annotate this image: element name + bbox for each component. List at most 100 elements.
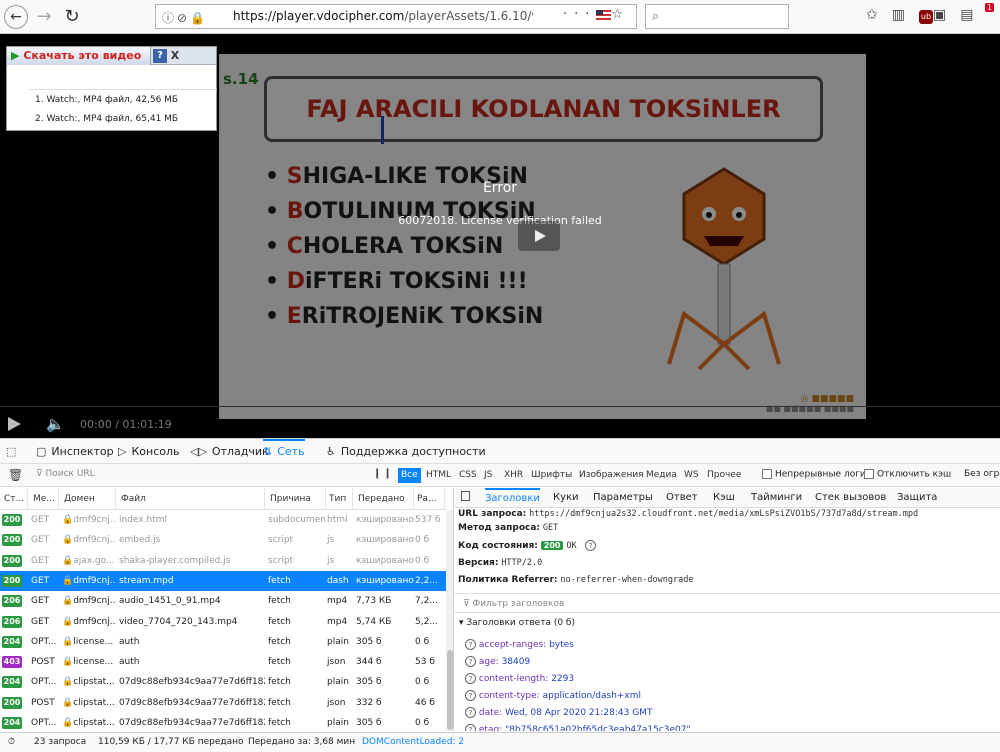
status-code-badge: 200 bbox=[2, 534, 22, 547]
download-option[interactable]: 1. Watch:, MP4 файл, 42,56 МБ bbox=[35, 95, 178, 105]
toggle-panel-icon[interactable] bbox=[461, 491, 470, 501]
filter-headers-input[interactable]: ⊽ Фильтр заголовков bbox=[455, 593, 1000, 613]
extension-icon-2[interactable]: ▤ bbox=[960, 7, 987, 23]
player-controls: 🔈 00:00 / 01:01:19 bbox=[0, 406, 1000, 438]
play-icon[interactable] bbox=[8, 417, 21, 431]
cell-domain: 🔒ajax.go... bbox=[62, 555, 115, 566]
tab-debugger[interactable]: ◁▷ Отладчик bbox=[190, 439, 269, 464]
table-row[interactable]: 204 OPT... 🔒license... auth fetch plain 305 б 0… bbox=[0, 632, 446, 652]
bookmarks-star-icon[interactable]: ✩ bbox=[866, 7, 892, 23]
tab-accessibility[interactable]: ♿ Поддержка доступности bbox=[326, 439, 486, 464]
response-header-row[interactable]: ? etag: "8b758c651a02bf65dc3eab47a15c3e0… bbox=[465, 724, 691, 731]
tab-cookies[interactable]: Куки bbox=[553, 488, 579, 508]
tab-stack-trace[interactable]: Стек вызовов bbox=[815, 488, 886, 508]
filter-all[interactable]: Все bbox=[398, 468, 421, 483]
reload-button[interactable]: ↻ bbox=[60, 5, 84, 29]
forward-button[interactable]: → bbox=[32, 5, 56, 29]
filter-fonts[interactable]: Шрифты bbox=[528, 468, 575, 483]
table-row[interactable]: 200 GET 🔒dmf9cnj... index.html subdocument ht… bbox=[0, 510, 446, 530]
filter-url-input[interactable]: ⊽ Поиск URL bbox=[36, 469, 95, 479]
address-bar[interactable]: ⓘ⊘🔒 https://player.vdocipher.com/playerA… bbox=[155, 4, 637, 29]
scrollbar[interactable] bbox=[446, 510, 453, 731]
persist-logs-checkbox[interactable]: Непрерывные логи bbox=[762, 469, 866, 480]
big-play-button[interactable] bbox=[518, 221, 560, 251]
filter-ws[interactable]: WS bbox=[681, 468, 702, 483]
cell-transferred: кэшировано bbox=[356, 575, 414, 586]
filter-html[interactable]: HTML bbox=[423, 468, 454, 483]
tab-response[interactable]: Ответ bbox=[666, 488, 698, 508]
filter-media[interactable]: Медиа bbox=[643, 468, 680, 483]
table-row[interactable]: 206 GET 🔒dmf9cnj... audio_1451_0_91.mp4 fetc… bbox=[0, 591, 446, 611]
response-header-row[interactable]: ? accept-ranges: bytes bbox=[465, 639, 574, 650]
help-icon[interactable]: ? bbox=[585, 540, 597, 551]
tab-params[interactable]: Параметры bbox=[593, 488, 653, 508]
column-cause[interactable]: Причина bbox=[268, 488, 326, 509]
pick-element-button[interactable]: ⬚ bbox=[6, 439, 21, 464]
page-actions[interactable]: ··· ☆ bbox=[563, 7, 630, 22]
table-row[interactable]: 204 OPT... 🔒clipstat... 07d9c88efb934c9aa77… bbox=[0, 713, 446, 731]
tab-headers[interactable]: Заголовки bbox=[485, 488, 540, 508]
header-value: 2293 bbox=[551, 674, 575, 684]
table-row[interactable]: 206 GET 🔒dmf9cnj... video_7704_720_143.mp4 f… bbox=[0, 612, 446, 632]
column-transferred[interactable]: Передано bbox=[356, 488, 414, 509]
ublock-icon[interactable]: ub bbox=[918, 10, 933, 24]
help-icon[interactable]: ? bbox=[465, 639, 476, 650]
response-header-row[interactable]: ? content-length: 2293 bbox=[465, 673, 574, 684]
close-button[interactable]: X bbox=[169, 49, 181, 63]
back-button[interactable]: ← bbox=[4, 5, 28, 29]
help-icon[interactable]: ? bbox=[465, 724, 476, 731]
accessibility-icon: ♿ bbox=[326, 445, 336, 458]
filter-js[interactable]: JS bbox=[481, 468, 495, 483]
filter-css[interactable]: CSS bbox=[456, 468, 480, 483]
help-icon[interactable]: ? bbox=[465, 673, 476, 684]
column-domain[interactable]: Домен bbox=[62, 488, 116, 509]
pause-icon[interactable]: ❙❙ bbox=[373, 468, 394, 479]
tab-network[interactable]: ⇅ Сеть bbox=[263, 439, 305, 464]
cell-cause: fetch bbox=[268, 718, 291, 728]
help-icon[interactable]: ? bbox=[465, 656, 476, 667]
progress-bar[interactable] bbox=[0, 406, 1000, 407]
extension-icon[interactable]: ▣ bbox=[933, 7, 960, 23]
filter-images[interactable]: Изображения bbox=[576, 468, 647, 483]
table-row[interactable]: 200 GET 🔒dmf9cnj... stream.mpd fetch dash кэши… bbox=[0, 570, 446, 592]
table-row[interactable]: 200 POST 🔒clipstat... 07d9c88efb934c9aa77e7… bbox=[0, 693, 446, 713]
volume-icon[interactable]: 🔈 bbox=[46, 415, 65, 433]
tab-security[interactable]: Защита bbox=[897, 488, 937, 508]
help-icon[interactable]: ? bbox=[465, 707, 476, 718]
column-status[interactable]: Ст... bbox=[2, 488, 28, 509]
cell-file: 07d9c88efb934c9aa77e7d6ff182... bbox=[119, 697, 265, 708]
download-video-button[interactable]: ▶ Скачать это видео bbox=[7, 47, 151, 65]
column-method[interactable]: Ме... bbox=[31, 488, 59, 509]
filter-other[interactable]: Прочее bbox=[704, 468, 744, 483]
help-button[interactable]: ? bbox=[153, 49, 167, 63]
response-headers-section[interactable]: ▾ Заголовки ответа (0 б) bbox=[459, 618, 575, 628]
disable-cache-checkbox[interactable]: Отключить кэш bbox=[864, 469, 951, 480]
column-type[interactable]: Тип bbox=[327, 488, 353, 509]
tab-console[interactable]: ▷ Консоль bbox=[118, 439, 180, 464]
site-info-icon[interactable]: ⓘ⊘🔒 bbox=[162, 9, 208, 26]
table-row[interactable]: 403 POST 🔒license... auth fetch json 344 б 53 б bbox=[0, 652, 446, 672]
response-header-row[interactable]: ? content-type: application/dash+xml bbox=[465, 690, 641, 701]
tab-timings[interactable]: Тайминги bbox=[751, 488, 802, 508]
scrollbar-thumb[interactable] bbox=[447, 650, 453, 730]
tab-cache[interactable]: Кэш bbox=[713, 488, 735, 508]
clear-log-icon[interactable]: 🗑 bbox=[8, 468, 23, 482]
response-header-row[interactable]: ? date: Wed, 08 Apr 2020 21:28:43 GMT bbox=[465, 707, 652, 718]
table-row[interactable]: 204 OPT... 🔒clipstat... 07d9c88efb934c9aa77… bbox=[0, 672, 446, 692]
url-text[interactable]: https://player.vdocipher.com/playerAsset… bbox=[233, 9, 533, 23]
column-size[interactable]: Ра... bbox=[415, 488, 445, 509]
help-icon[interactable]: ? bbox=[465, 690, 476, 701]
download-option[interactable]: 2. Watch:, MP4 файл, 65,41 МБ bbox=[35, 114, 178, 124]
tab-inspector[interactable]: ▢ Инспектор bbox=[36, 439, 114, 464]
sidebar-icon[interactable]: ▥ bbox=[892, 7, 919, 23]
throttling-select[interactable]: Без огра bbox=[964, 469, 1000, 479]
cell-cause: fetch bbox=[268, 575, 291, 586]
console-icon: ▷ bbox=[118, 445, 127, 458]
search-input[interactable]: ⌕ bbox=[645, 4, 789, 29]
cell-file: auth bbox=[119, 657, 140, 668]
column-file[interactable]: Файл bbox=[119, 488, 265, 509]
response-header-row[interactable]: ? age: 38409 bbox=[465, 656, 530, 667]
table-row[interactable]: 200 GET 🔒dmf9cnj... embed.js script js кэширов… bbox=[0, 530, 446, 550]
table-row[interactable]: 200 GET 🔒ajax.go... shaka-player.compiled.j… bbox=[0, 551, 446, 571]
filter-xhr[interactable]: XHR bbox=[501, 468, 526, 483]
